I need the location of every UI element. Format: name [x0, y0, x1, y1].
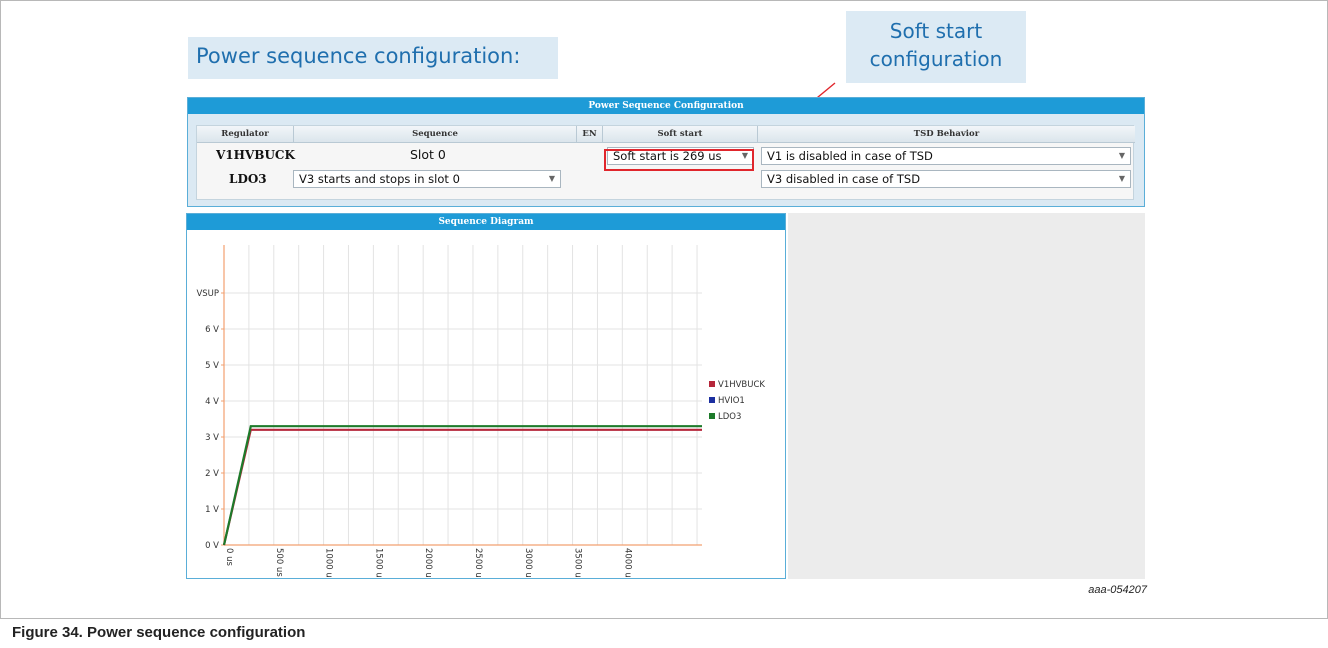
col-header-en: EN [577, 126, 603, 143]
regulator-ldo3: LDO3 [229, 172, 267, 186]
tsd-behavior-value-v3: V3 disabled in case of TSD [767, 172, 921, 186]
config-panel-title: Power Sequence Configuration [188, 98, 1144, 114]
soft-start-dropdown[interactable]: Soft start is 269 us ▼ [607, 147, 754, 165]
power-sequence-config-panel: Power Sequence Configuration Regulator S… [187, 97, 1145, 207]
soft-start-callout: Soft start configuration [846, 11, 1026, 83]
y-tick-label: 3 V [205, 433, 219, 443]
legend-swatch-ldo3 [709, 413, 715, 419]
chevron-down-icon: ▼ [548, 174, 555, 183]
series-line-ldo3 [222, 425, 702, 546]
y-tick-label: 4 V [205, 397, 219, 407]
series-line-v1hvbuck [222, 428, 702, 546]
empty-workspace-area [788, 213, 1145, 579]
callout-line-1: Soft start [889, 19, 983, 43]
x-tick-label: 2000 us [423, 548, 433, 578]
x-tick-label: 1000 us [324, 548, 334, 578]
figure-caption: Figure 34. Power sequence configuration [12, 624, 306, 641]
sequence-slot-label: Slot 0 [410, 147, 446, 162]
legend-label-hvio1: HVIO1 [718, 396, 745, 406]
y-tick-label: 2 V [205, 469, 219, 479]
regulator-v1hvbuck: V1HVBUCK [216, 148, 295, 162]
sequence-dropdown-ldo3[interactable]: V3 starts and stops in slot 0 ▼ [293, 170, 561, 188]
soft-start-value: Soft start is 269 us [613, 149, 722, 163]
figure-tag: aaa-054207 [1088, 584, 1147, 596]
y-tick-label: 5 V [205, 361, 219, 371]
chevron-down-icon: ▼ [1118, 174, 1125, 183]
x-tick-label: 1500 us [373, 548, 383, 578]
legend-label-ldo3: LDO3 [718, 412, 741, 422]
y-tick-label: VSUP [196, 289, 219, 299]
section-heading-text: Power sequence configuration: [196, 44, 521, 68]
callout-line-2: configuration [869, 47, 1003, 71]
caption-divider [0, 618, 1328, 619]
x-tick-label: 3500 us [573, 548, 583, 578]
section-heading: Power sequence configuration: [188, 37, 558, 79]
tsd-behavior-dropdown-v3[interactable]: V3 disabled in case of TSD ▼ [761, 170, 1131, 188]
x-tick-label: 2500 us [473, 548, 483, 578]
diagram-panel-title: Sequence Diagram [187, 214, 785, 230]
x-tick-label: 500 us [274, 548, 284, 577]
col-header-tsd: TSD Behavior [758, 126, 1135, 143]
legend-swatch-v1hvbuck [709, 381, 715, 387]
sequence-diagram-panel: Sequence Diagram 0 V 1 V 2 V 3 V 4 V 5 V 6 V VS… [186, 213, 786, 579]
y-tick-label: 1 V [205, 505, 219, 515]
legend-label-v1hvbuck: V1HVBUCK [718, 380, 765, 390]
tsd-behavior-dropdown-v1[interactable]: V1 is disabled in case of TSD ▼ [761, 147, 1131, 165]
col-header-regulator: Regulator [197, 126, 294, 143]
y-tick-label: 6 V [205, 325, 219, 335]
sequence-chart: 0 V 1 V 2 V 3 V 4 V 5 V 6 V VSUP 0 us 500 us 1000 … [196, 245, 765, 578]
col-header-soft-start: Soft start [603, 126, 758, 143]
x-tick-label: 3000 us [523, 548, 533, 578]
x-tick-label: 0 us [224, 548, 234, 566]
config-table: Regulator Sequence EN Soft start TSD Beh… [196, 125, 1135, 200]
y-tick-label: 0 V [205, 541, 219, 551]
tsd-behavior-value-v1: V1 is disabled in case of TSD [767, 149, 933, 163]
chevron-down-icon: ▼ [741, 151, 748, 160]
chevron-down-icon: ▼ [1118, 151, 1125, 160]
sequence-value-ldo3: V3 starts and stops in slot 0 [299, 172, 460, 186]
x-tick-label: 4000 us [622, 548, 632, 578]
col-header-sequence: Sequence [294, 126, 577, 143]
legend-swatch-hvio1 [709, 397, 715, 403]
